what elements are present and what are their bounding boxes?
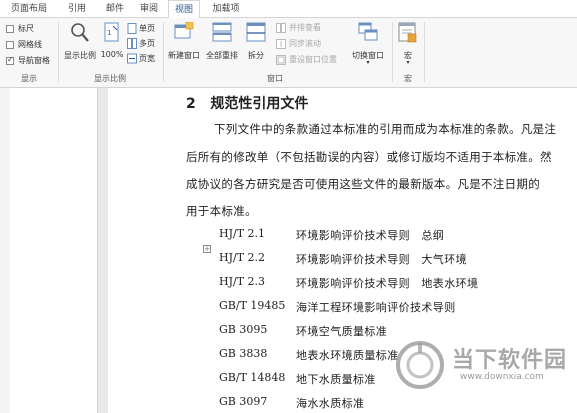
- reference-title: 地下水质量标准: [296, 373, 376, 386]
- navigation-pane-gutter: [0, 88, 10, 413]
- reference-code: HJ/T 2.3: [219, 275, 266, 288]
- site-watermark: 当下软件园 www.downxia.com: [390, 336, 577, 413]
- table-move-handle-icon[interactable]: +: [203, 245, 211, 253]
- gridlines-checkbox[interactable]: [6, 41, 14, 49]
- new-window-label: 新建窗口: [168, 51, 200, 60]
- reference-code: HJ/T 2.1: [219, 227, 266, 240]
- switch-window-icon: [358, 22, 378, 41]
- zoom-button[interactable]: 显示比例: [62, 20, 98, 64]
- heading-text: 规范性引用文件: [210, 96, 309, 112]
- macros-group-label: 宏: [404, 74, 412, 83]
- group-divider: [58, 22, 59, 82]
- window-group-label: 窗口: [267, 74, 283, 83]
- reference-code: HJ/T 2.2: [219, 251, 266, 264]
- tab-addins[interactable]: 加载项: [206, 0, 246, 18]
- page-100-icon: 1: [104, 22, 119, 42]
- macro-icon: [398, 22, 417, 43]
- reference-code: GB 3838: [219, 347, 268, 360]
- multi-page-label: 多页: [139, 39, 155, 48]
- new-window-icon: [174, 22, 194, 39]
- ruler-label: 标尺: [18, 24, 34, 33]
- zoom-group-label: 显示比例: [94, 74, 126, 83]
- body-paragraph-line: 下列文件中的条款通过本标准的引用而成为本标准的条款。凡是注: [214, 122, 557, 136]
- group-divider: [424, 22, 425, 82]
- tab-references[interactable]: 引用: [62, 0, 92, 18]
- tab-mailings[interactable]: 邮件: [100, 0, 130, 18]
- macros-button[interactable]: 宏 ▾: [395, 20, 421, 70]
- page-gutter: [98, 88, 108, 413]
- reference-title: 环境空气质量标准: [296, 325, 388, 338]
- split-icon: [246, 22, 266, 42]
- split-button[interactable]: 拆分: [242, 20, 270, 64]
- watermark-logo-icon: [396, 341, 444, 389]
- reference-title: 海水水质标准: [296, 397, 365, 410]
- body-paragraph-line: 成协议的各方研究是否可使用这些文件的最新版本。凡是不注日期的: [186, 177, 540, 191]
- ribbon-tab-bar: 页面布局 引用 邮件 审阅 视图 加载项: [0, 0, 577, 19]
- reference-code: GB/T 14848: [219, 371, 286, 384]
- multi-page-icon: [127, 38, 137, 49]
- reference-code: GB 3097: [219, 395, 268, 408]
- zoom-100-label: 100%: [100, 50, 124, 59]
- ribbon: 标尺 网格线 导航窗格 显示 显示比例 1: [0, 18, 577, 88]
- heading-number: 2: [186, 96, 196, 112]
- navigation-pane[interactable]: [0, 88, 98, 413]
- page-width-icon: [127, 53, 137, 64]
- watermark-name: 当下软件园: [452, 348, 568, 373]
- dropdown-arrow-icon: ▾: [406, 59, 410, 66]
- body-paragraph-line: 用于本标准。: [186, 204, 257, 218]
- reset-position-icon: [276, 55, 286, 65]
- section-heading: 2 规范性引用文件: [186, 93, 308, 113]
- watermark-url: www.downxia.com: [460, 372, 544, 382]
- ruler-checkbox[interactable]: [6, 25, 14, 33]
- sync-scroll-label: 同步滚动: [289, 39, 321, 48]
- reset-position-label: 重设窗口位置: [289, 55, 337, 64]
- new-window-button[interactable]: 新建窗口: [166, 20, 202, 64]
- sync-scroll-icon: [276, 39, 286, 49]
- magnifier-icon: [71, 23, 89, 42]
- reference-code: GB/T 19485: [219, 299, 286, 312]
- nav-pane-label: 导航窗格: [18, 56, 50, 65]
- svg-text:1: 1: [107, 29, 111, 37]
- switch-window-button[interactable]: 切换窗口 ▾: [348, 20, 388, 70]
- body-paragraph-line: 后所有的修改单（不包括勘误的内容）或修订版均不适用于本标准。然: [186, 150, 552, 164]
- side-by-side-icon: [276, 23, 286, 33]
- arrange-all-icon: [212, 22, 232, 42]
- reference-title: 地表水环境质量标准: [296, 349, 399, 362]
- one-page-label: 单页: [139, 24, 155, 33]
- one-page-icon: [127, 23, 137, 34]
- tab-review[interactable]: 审阅: [134, 0, 164, 18]
- reference-title: 环境影响评价技术导则 地表水环境: [296, 277, 479, 290]
- dropdown-arrow-icon: ▾: [366, 59, 370, 66]
- group-divider: [392, 22, 393, 82]
- page-width-label: 页宽: [139, 54, 155, 63]
- reference-title: 海洋工程环境影响评价技术导则: [296, 301, 456, 314]
- arrange-all-button[interactable]: 全部重排: [204, 20, 240, 64]
- tab-view[interactable]: 视图: [168, 0, 200, 19]
- reference-code: GB 3095: [219, 323, 268, 336]
- side-by-side-label: 并排查看: [289, 23, 321, 32]
- reference-title: 环境影响评价技术导则 大气环境: [296, 253, 467, 266]
- word-window: 页面布局 引用 邮件 审阅 视图 加载项 标尺 网格线 导航窗格 显示 显示: [0, 0, 577, 413]
- tab-page-layout[interactable]: 页面布局: [6, 0, 52, 18]
- show-group-label: 显示: [21, 74, 37, 83]
- zoom-100-button[interactable]: 1 100%: [100, 20, 124, 64]
- reference-title: 环境影响评价技术导则 总纲: [296, 229, 445, 242]
- arrange-all-label: 全部重排: [206, 51, 238, 60]
- split-label: 拆分: [248, 51, 264, 60]
- zoom-button-label: 显示比例: [64, 51, 96, 60]
- nav-pane-checkbox[interactable]: [6, 55, 14, 65]
- gridlines-label: 网格线: [18, 40, 42, 49]
